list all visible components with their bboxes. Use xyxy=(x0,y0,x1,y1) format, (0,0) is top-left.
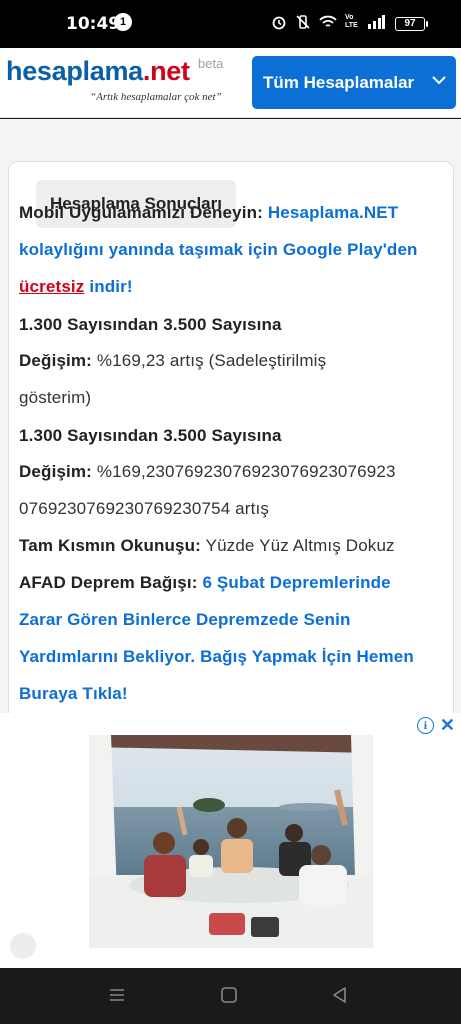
status-icons: Vo LTE xyxy=(271,14,385,30)
all-calculations-label: Tüm Hesaplamalar xyxy=(263,72,415,92)
wifi-icon xyxy=(319,15,337,27)
back-icon[interactable] xyxy=(330,986,348,1004)
notification-badge: 1 xyxy=(114,13,132,31)
info-icon[interactable]: i xyxy=(416,717,434,734)
range-title-2: 1.300 Sayısından 3.500 Sayısına xyxy=(19,426,282,445)
all-calculations-button[interactable]: Tüm Hesaplamalar xyxy=(252,56,456,109)
ad-banner[interactable]: i ✕ xyxy=(0,713,461,968)
change-value-1: %169,23 artış (Sadeleştirilmiş xyxy=(96,351,327,370)
promo-prefix: Mobil Uygulamamızı Deneyin: xyxy=(19,203,263,222)
close-icon[interactable]: ✕ xyxy=(440,716,455,734)
app-link[interactable]: Hesaplama.NET xyxy=(268,203,398,222)
afad-link-2[interactable]: Zarar Gören Binlerce Depremzede Senin xyxy=(19,608,351,632)
afad-link-3[interactable]: Yardımlarını Bekliyor. Bağış Yapmak İçin… xyxy=(19,645,414,669)
app-link-text[interactable]: kolaylığını yanında taşımak için Google … xyxy=(19,240,418,259)
volte-label: Vo LTE xyxy=(345,14,358,29)
menu-icon[interactable] xyxy=(108,986,126,1004)
status-time: 10:49 xyxy=(66,14,121,34)
free-label[interactable]: ücretsiz xyxy=(19,277,84,296)
logo-tld: .net xyxy=(142,56,190,86)
change-value-2: %169,230769230769230769230769​23 xyxy=(96,462,396,481)
reading-label: Tam Kısmın Okunuşu: xyxy=(19,536,201,555)
alarm-icon xyxy=(272,16,286,30)
logo-beta: beta xyxy=(198,56,224,71)
change-label-2: Değişim: xyxy=(19,462,92,481)
reading-value: Yüzde Yüz Altmış Dokuz xyxy=(205,536,395,555)
range-title-1: 1.300 Sayısından 3.500 Sayısına xyxy=(19,315,282,334)
site-logo[interactable]: hesaplama.net beta “Artık hesaplamalar ç… xyxy=(6,56,223,103)
signal-icon xyxy=(368,15,385,29)
change-value-1-cont: gösterim) xyxy=(19,388,92,407)
change-value-2-cont: 0769230769230769230754 artış xyxy=(19,499,269,518)
site-header: hesaplama.net beta “Artık hesaplamalar ç… xyxy=(0,48,461,118)
vibrate-icon xyxy=(296,15,310,29)
ad-controls: i ✕ xyxy=(416,716,455,734)
chevron-down-icon xyxy=(432,76,446,85)
system-nav-bar xyxy=(0,968,461,1024)
download-link[interactable]: indir! xyxy=(89,277,132,296)
status-bar: 10:49 1 Vo LTE 97 xyxy=(0,0,461,48)
home-icon[interactable] xyxy=(220,986,238,1004)
mute-button[interactable] xyxy=(10,933,36,959)
battery-icon: 97 xyxy=(395,17,428,31)
ad-image[interactable] xyxy=(89,735,373,948)
afad-link-4[interactable]: Buraya Tıkla! xyxy=(19,682,128,706)
change-label-1: Değişim: xyxy=(19,351,92,370)
logo-tagline: “Artık hesaplamalar çok net” xyxy=(90,91,222,103)
afad-label: AFAD Deprem Bağışı: xyxy=(19,573,198,592)
afad-link[interactable]: 6 Şubat Depremlerinde xyxy=(202,573,390,592)
logo-text: hesaplama xyxy=(6,56,143,86)
